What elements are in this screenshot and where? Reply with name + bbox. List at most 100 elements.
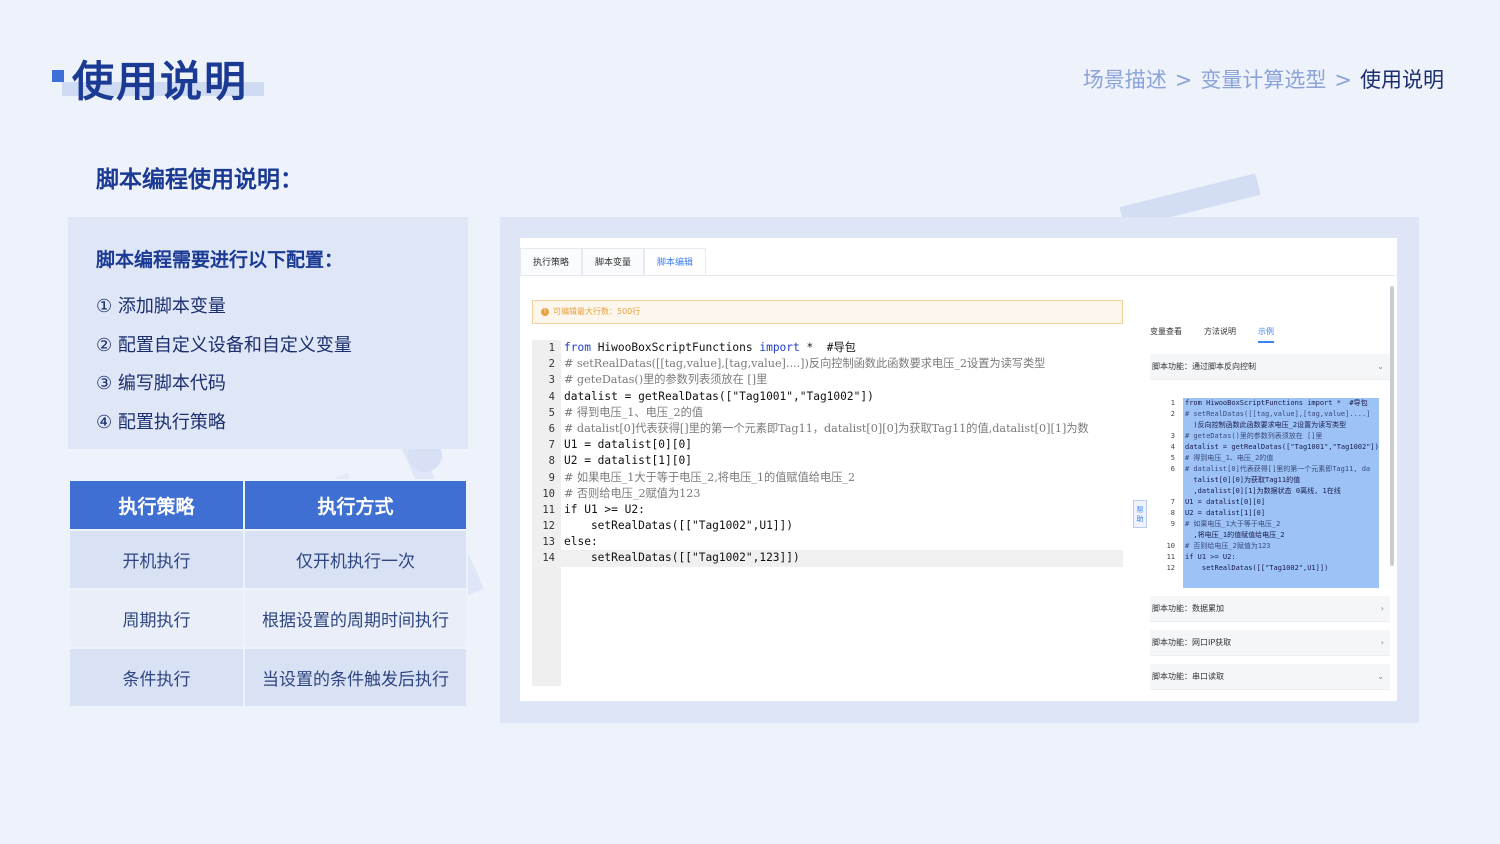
code-text: # 否则给电压_2赋值为123: [1185, 542, 1271, 550]
chevron-down-icon: ⌄: [1377, 362, 1384, 371]
example-row[interactable]: 脚本功能：数据累加 ›: [1150, 596, 1390, 622]
line-number: 12: [542, 520, 555, 533]
code-line[interactable]: 12 setRealDatas([["Tag1002",U1]]): [532, 518, 1123, 534]
line-number: 12: [1166, 564, 1175, 572]
help-button[interactable]: 帮助: [1133, 500, 1147, 528]
code-text: U2 = datalist[1][0]: [1185, 509, 1266, 517]
code-line[interactable]: 7 U1 = datalist[0][0]: [532, 437, 1123, 453]
examples-panel: 变量查看 方法说明 示例 脚本功能：通过脚本反向控制 ⌄ 1 from Hiwoo…: [1150, 320, 1390, 701]
table-cell: 开机执行: [68, 529, 245, 590]
code-text: datalist = getRealDatas(["Tag1001","Tag1…: [564, 389, 874, 403]
title-marker: [52, 70, 64, 82]
tab-strategy[interactable]: 执行策略: [520, 248, 583, 275]
code-text: # datalist[0]代表获得[]里的第一个元素即Tag11, da: [1185, 465, 1371, 473]
code-text: ,datalist[0][1]为数据状态 0离线, 1在线: [1185, 487, 1341, 495]
code-text: from HiwooBoxScriptFunctions import * #导…: [564, 340, 856, 356]
code-text: # setRealDatas([[tag,value],[tag,value].…: [564, 357, 1046, 371]
line-number: 2: [548, 358, 555, 371]
config-item: ① 添加脚本变量: [96, 296, 226, 317]
example-code-line: ,将电压_1的值赋值给电压_2: [1155, 530, 1381, 541]
breadcrumb-current: 使用说明: [1360, 68, 1444, 92]
line-number: 8: [1170, 509, 1175, 517]
breadcrumb: 场景描述 > 变量计算选型 > 使用说明: [1083, 64, 1444, 94]
line-number: 6: [548, 422, 555, 435]
line-number: 3: [548, 374, 555, 387]
code-text: U2 = datalist[1][0]: [564, 454, 692, 468]
line-number: 6: [1170, 465, 1175, 473]
code-line[interactable]: 8 U2 = datalist[1][0]: [532, 453, 1123, 469]
line-number: 11: [542, 503, 555, 516]
config-item: ④ 配置执行策略: [96, 411, 226, 433]
code-line[interactable]: 14 setRealDatas([["Tag1002",123]]): [532, 550, 1123, 567]
example-code: 1 from HiwooBoxScriptFunctions import * #…: [1155, 396, 1381, 592]
code-lines[interactable]: 1 from HiwooBoxScriptFunctions import * #…: [532, 340, 1123, 567]
line-number: 9: [1170, 520, 1175, 528]
line-number: 8: [548, 455, 555, 468]
code-line[interactable]: 9 # 如果电压_1大于等于电压_2,将电压_1的值赋值给电压_2: [532, 470, 1123, 486]
breadcrumb-item[interactable]: 变量计算选型: [1200, 68, 1326, 92]
code-line[interactable]: 13 else:: [532, 534, 1123, 550]
code-text: # 如果电压_1大于等于电压_2,将电压_1的值赋值给电压_2: [564, 470, 856, 484]
code-text: # 如果电压_1大于等于电压_2: [1185, 520, 1281, 528]
code-line[interactable]: 5 # 得到电压_1、电压_2的值: [532, 405, 1123, 421]
code-keyword: import: [759, 341, 800, 354]
example-code-line: 10 # 否则给电压_2赋值为123: [1155, 541, 1381, 552]
breadcrumb-item[interactable]: 场景描述: [1083, 68, 1167, 92]
code-text: # 得到电压_1、电压_2的值: [564, 405, 704, 419]
example-code-line: 5 # 得到电压_1、电压_2的值: [1155, 453, 1381, 464]
tab-examples[interactable]: 示例: [1258, 326, 1274, 343]
config-item: ② 配置自定义设备和自定义变量: [96, 334, 352, 356]
code-text: # datalist[0]代表获得[]里的第一个元素即Tag11，datalis…: [564, 421, 1089, 435]
tab-variables[interactable]: 脚本变量: [582, 248, 645, 275]
example-row[interactable]: 脚本功能：网口IP获取 ›: [1150, 630, 1390, 656]
line-number: 5: [1170, 454, 1175, 462]
example-row[interactable]: 脚本功能：通过脚本反向控制 ⌄: [1150, 354, 1390, 380]
max-lines-notice: ! 可编辑最大行数：500行: [532, 300, 1123, 324]
code-line[interactable]: 11 if U1 >= U2:: [532, 502, 1123, 518]
code-text: from HiwooBoxScriptFunctions import * #导…: [1185, 399, 1368, 407]
code-line[interactable]: 4 datalist = getRealDatas(["Tag1001","Tag…: [532, 389, 1123, 405]
code-text: setRealDatas([["Tag1002",123]]): [564, 551, 800, 565]
table-cell: 仅开机执行一次: [243, 529, 468, 590]
example-code-line: )反向控制函数此函数要求电压_2设置为读写类型: [1155, 420, 1381, 431]
code-line[interactable]: 1 from HiwooBoxScriptFunctions import * #…: [532, 340, 1123, 356]
example-row[interactable]: 脚本功能：串口读取 ⌄: [1150, 664, 1390, 690]
code-text: datalist = getRealDatas(["Tag1001","Tag1…: [1185, 443, 1379, 451]
example-code-line: 7 U1 = datalist[0][0]: [1155, 497, 1381, 508]
code-text: # geteDatas()里的参数列表须放在 []里: [564, 373, 768, 387]
code-line[interactable]: 2 # setRealDatas([[tag,value],[tag,value]…: [532, 356, 1123, 372]
example-code-line: 8 U2 = datalist[1][0]: [1155, 508, 1381, 519]
code-text: # geteDatas()里的参数列表须放在 []里: [1185, 432, 1323, 440]
code-token: HiwooBoxScriptFunctions: [590, 341, 760, 354]
code-line[interactable]: 3 # geteDatas()里的参数列表须放在 []里: [532, 372, 1123, 388]
example-code-line: 6 # datalist[0]代表获得[]里的第一个元素即Tag11, da: [1155, 464, 1381, 475]
code-line[interactable]: 10 # 否则给电压_2赋值为123: [532, 486, 1123, 502]
code-token: * #导包: [799, 341, 856, 354]
config-heading: 脚本编程需要进行以下配置：: [96, 249, 344, 271]
line-number: 10: [1166, 542, 1175, 550]
scrollbar[interactable]: [1390, 286, 1394, 566]
table-cell: 周期执行: [68, 588, 245, 649]
tab-variable-view[interactable]: 变量查看: [1150, 326, 1182, 343]
line-number: 7: [548, 439, 555, 452]
table-header: 执行策略: [68, 479, 245, 531]
breadcrumb-separator: >: [1334, 68, 1352, 92]
code-text: setRealDatas([["Tag1002",U1]]): [564, 519, 794, 533]
chevron-right-icon: ›: [1380, 604, 1384, 613]
tab-method-docs[interactable]: 方法说明: [1204, 326, 1236, 343]
code-editor[interactable]: 1 from HiwooBoxScriptFunctions import * #…: [532, 340, 1123, 686]
config-item: ③ 编写脚本代码: [96, 373, 226, 394]
section-title: 脚本编程使用说明：: [96, 167, 303, 193]
code-text: U1 = datalist[0][0]: [1185, 498, 1266, 506]
chevron-right-icon: ›: [1380, 638, 1384, 647]
tab-script-edit[interactable]: 脚本编辑: [644, 248, 707, 275]
code-text: )反向控制函数此函数要求电压_2设置为读写类型: [1185, 421, 1347, 429]
example-code-line: 11 if U1 >= U2:: [1155, 552, 1381, 563]
script-editor-screenshot: 执行策略 脚本变量 脚本编辑 ! 可编辑最大行数：500行 1 from Hiwoo…: [520, 238, 1397, 701]
code-text: setRealDatas([["Tag1002",U1]]): [1185, 564, 1329, 572]
breadcrumb-separator: >: [1174, 68, 1193, 92]
code-text: talist[0][0]为获取Tag11的值: [1185, 476, 1301, 484]
code-line[interactable]: 6 # datalist[0]代表获得[]里的第一个元素即Tag11，datali…: [532, 421, 1123, 437]
line-number: 4: [548, 390, 555, 403]
chevron-down-icon: ⌄: [1377, 672, 1384, 681]
